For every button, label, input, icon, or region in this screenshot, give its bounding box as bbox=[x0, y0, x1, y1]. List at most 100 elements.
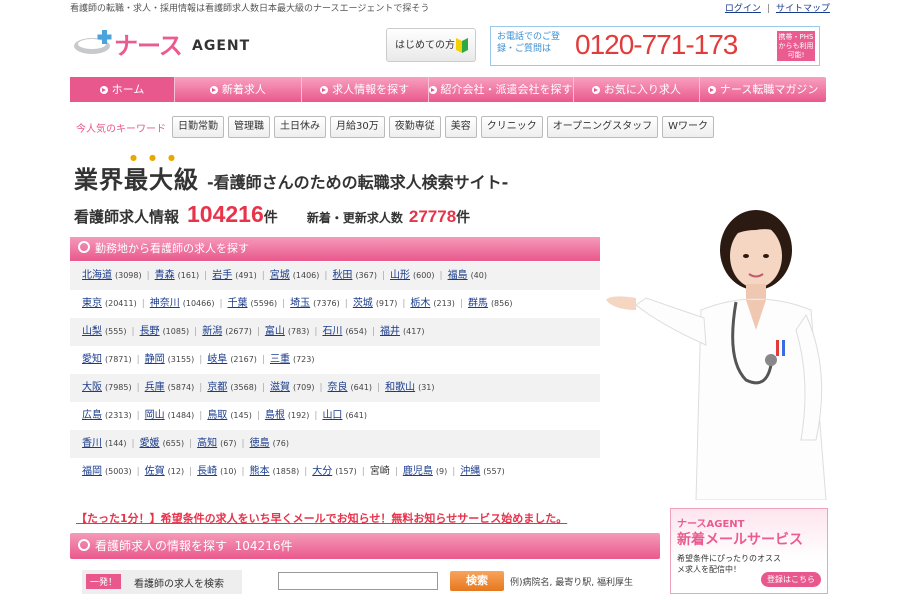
prefecture-link[interactable]: 三重 bbox=[270, 354, 290, 365]
prefecture-link[interactable]: 千葉 bbox=[228, 298, 248, 309]
popular-keywords: 今人気のキーワード 日勤常勤 管理職 土日休み 月給30万 夜勤専従 美容 クリ… bbox=[76, 116, 718, 138]
prefecture-link[interactable]: 福井 bbox=[380, 326, 400, 337]
region-row: 北海道(3098)青森(161)岩手(491)宮城(1406)秋田(367)山形… bbox=[70, 262, 600, 290]
mail-promo-link[interactable]: 【たった1分！】希望条件の求人をいち早くメールでお知らせ！無料お知らせサービス始… bbox=[76, 510, 567, 526]
prefecture-link[interactable]: 京都 bbox=[207, 382, 227, 393]
prefecture-count: (557) bbox=[483, 467, 505, 476]
first-visit-button[interactable]: はじめての方 bbox=[386, 28, 476, 62]
prefecture-link[interactable]: 鹿児島 bbox=[403, 466, 433, 477]
nav-home[interactable]: ホーム bbox=[70, 77, 175, 102]
prefecture-count: (20411) bbox=[105, 299, 137, 308]
prefecture-link[interactable]: 宮城 bbox=[270, 270, 290, 281]
prefecture-link[interactable]: 新潟 bbox=[202, 326, 222, 337]
search-icon bbox=[78, 241, 90, 253]
prefecture-link[interactable]: 岡山 bbox=[145, 410, 165, 421]
prefecture-link[interactable]: 岐阜 bbox=[207, 354, 227, 365]
arrow-icon bbox=[99, 86, 108, 94]
prefecture-link[interactable]: 長崎 bbox=[197, 466, 217, 477]
prefecture-link[interactable]: 佐賀 bbox=[145, 466, 165, 477]
search-button[interactable]: 検索 bbox=[450, 571, 504, 591]
separator: | bbox=[766, 4, 770, 14]
prefecture-link[interactable]: 滋賀 bbox=[270, 382, 290, 393]
prefecture-link[interactable]: 奈良 bbox=[328, 382, 348, 393]
prefecture-link[interactable]: 茨城 bbox=[353, 298, 373, 309]
nav-favorites[interactable]: お気に入り求人 bbox=[574, 77, 701, 102]
prefecture-link[interactable]: 北海道 bbox=[82, 270, 112, 281]
prefecture-link[interactable]: 山口 bbox=[322, 410, 342, 421]
region-row: 広島(2313)岡山(1484)鳥取(145)島根(192)山口(641) bbox=[70, 402, 600, 430]
prefecture-item: 岐阜(2167) bbox=[194, 346, 257, 374]
prefecture-link[interactable]: 兵庫 bbox=[145, 382, 165, 393]
prefecture-link[interactable]: 東京 bbox=[82, 298, 102, 309]
login-link[interactable]: ログイン bbox=[725, 4, 761, 14]
prefecture-link[interactable]: 香川 bbox=[82, 438, 102, 449]
keyword-tag[interactable]: オープニングスタッフ bbox=[546, 116, 659, 138]
prefecture-count: (10466) bbox=[182, 299, 215, 308]
prefecture-item: 宮城(1406) bbox=[257, 262, 320, 290]
prefecture-count: (145) bbox=[230, 411, 252, 420]
nav-new-jobs[interactable]: 新着求人 bbox=[175, 77, 302, 102]
new-jobs-count: 27778 bbox=[408, 207, 457, 226]
prefecture-link[interactable]: 福島 bbox=[448, 270, 468, 281]
nav-agencies[interactable]: 紹介会社・派遣会社を探す bbox=[428, 77, 574, 102]
new-mail-service-banner[interactable]: ナースAGENT 新着メールサービス 希望条件にぴったりのオススメ求人を配信中！… bbox=[670, 508, 828, 594]
nurse-cap-icon bbox=[74, 30, 112, 54]
keyword-tag[interactable]: 月給30万 bbox=[330, 116, 385, 138]
prefecture-link[interactable]: 沖縄 bbox=[460, 466, 480, 477]
keyword-tag[interactable]: 日勤常勤 bbox=[172, 116, 224, 138]
site-logo[interactable]: ナース AGENT bbox=[72, 22, 262, 66]
arrow-icon bbox=[209, 86, 218, 94]
nav-search-jobs[interactable]: 求人情報を探す bbox=[302, 77, 429, 102]
keyword-tag[interactable]: 美容 bbox=[444, 116, 477, 138]
arrow-icon bbox=[707, 86, 716, 94]
prefecture-link[interactable]: 岩手 bbox=[212, 270, 232, 281]
prefecture-link[interactable]: 栃木 bbox=[410, 298, 430, 309]
nav-magazine[interactable]: ナース転職マガジン bbox=[700, 77, 826, 102]
keyword-tag[interactable]: クリニック bbox=[480, 116, 543, 138]
banner-register-button[interactable]: 登録はこちら bbox=[761, 572, 821, 587]
prefecture-link[interactable]: 大分 bbox=[312, 466, 332, 477]
prefecture-link[interactable]: 山形 bbox=[390, 270, 410, 281]
prefecture-count: (7376) bbox=[313, 299, 340, 308]
prefecture-link[interactable]: 神奈川 bbox=[150, 298, 180, 309]
prefecture-count: (76) bbox=[272, 439, 290, 448]
prefecture-item: 長崎(10) bbox=[184, 458, 236, 486]
prefecture-link[interactable]: 群馬 bbox=[468, 298, 488, 309]
sitemap-link[interactable]: サイトマップ bbox=[776, 4, 830, 14]
prefecture-link[interactable]: 広島 bbox=[82, 410, 102, 421]
prefecture-link[interactable]: 静岡 bbox=[145, 354, 165, 365]
prefecture-link[interactable]: 埼玉 bbox=[290, 298, 310, 309]
prefecture-link[interactable]: 秋田 bbox=[332, 270, 352, 281]
prefecture-count: (856) bbox=[490, 299, 513, 308]
prefecture-link[interactable]: 島根 bbox=[265, 410, 285, 421]
region-list: 北海道(3098)青森(161)岩手(491)宮城(1406)秋田(367)山形… bbox=[70, 262, 600, 486]
prefecture-count: (2677) bbox=[225, 327, 252, 336]
phone-banner[interactable]: お電話でのご登録・ご質問は 0120-771-173 携帯・PHSからも利用可能… bbox=[490, 26, 820, 66]
prefecture-link[interactable]: 青森 bbox=[155, 270, 175, 281]
prefecture-count: (3098) bbox=[115, 271, 142, 280]
keyword-tag[interactable]: 土日休み bbox=[274, 116, 326, 138]
keyword-tag[interactable]: Wワーク bbox=[662, 116, 715, 138]
prefecture-link[interactable]: 徳島 bbox=[250, 438, 270, 449]
job-search-title: 看護師求人の情報を探す bbox=[95, 539, 228, 553]
prefecture-link[interactable]: 愛媛 bbox=[140, 438, 160, 449]
prefecture-item: 岩手(491) bbox=[199, 262, 257, 290]
search-input[interactable] bbox=[278, 572, 438, 590]
prefecture-item: 富山(783) bbox=[252, 318, 310, 346]
prefecture-link[interactable]: 石川 bbox=[322, 326, 342, 337]
prefecture-link[interactable]: 大阪 bbox=[82, 382, 102, 393]
prefecture-link[interactable]: 熊本 bbox=[250, 466, 270, 477]
region-row: 山梨(555)長野(1085)新潟(2677)富山(783)石川(654)福井(… bbox=[70, 318, 600, 346]
prefecture-link[interactable]: 福岡 bbox=[82, 466, 102, 477]
prefecture-link[interactable]: 高知 bbox=[197, 438, 217, 449]
keyword-tag[interactable]: 夜勤専従 bbox=[388, 116, 441, 138]
prefecture-link[interactable]: 長野 bbox=[140, 326, 160, 337]
prefecture-link[interactable]: 鳥取 bbox=[207, 410, 227, 421]
prefecture-link[interactable]: 和歌山 bbox=[385, 382, 415, 393]
keyword-tag[interactable]: 管理職 bbox=[228, 116, 270, 138]
prefecture-count: (5596) bbox=[250, 299, 278, 308]
prefecture-link[interactable]: 富山 bbox=[265, 326, 285, 337]
prefecture-link[interactable]: 山梨 bbox=[82, 326, 102, 337]
prefecture-link[interactable]: 愛知 bbox=[82, 354, 102, 365]
logo-text-jp: ナース bbox=[114, 32, 183, 60]
